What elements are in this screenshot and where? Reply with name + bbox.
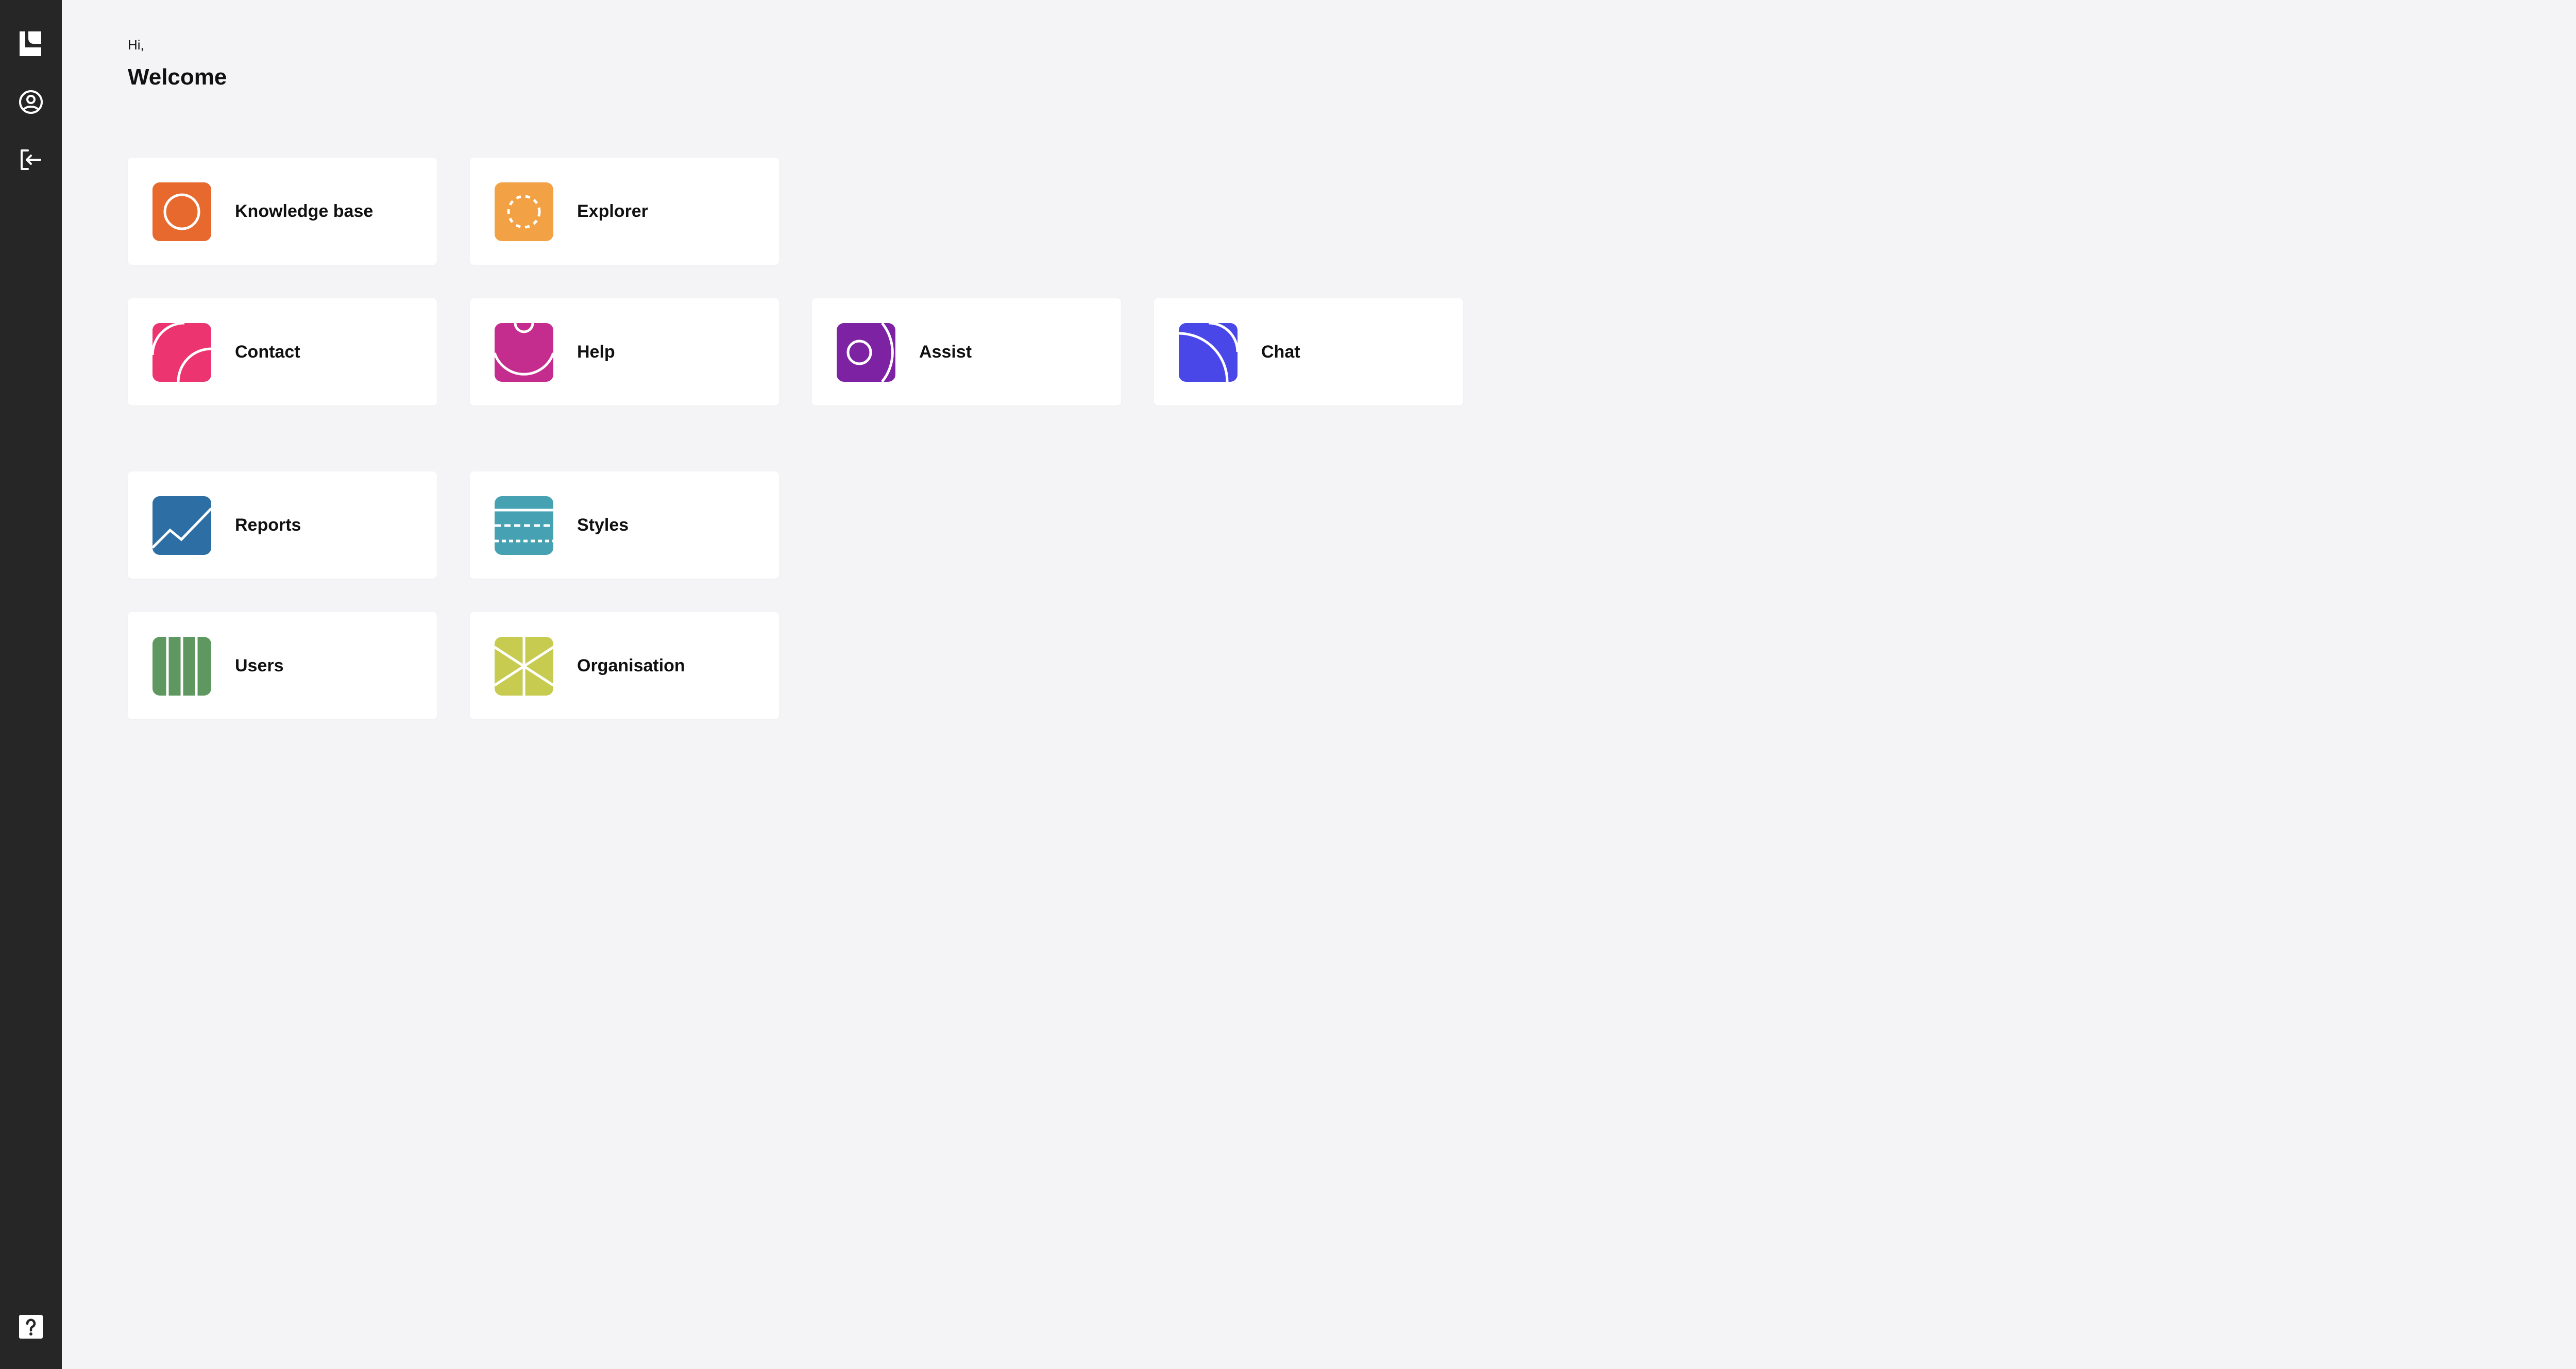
- organisation-icon: [495, 637, 553, 696]
- greeting-text: Hi,: [128, 37, 144, 53]
- explorer-icon: [495, 182, 553, 241]
- card-organisation[interactable]: Organisation: [470, 612, 779, 719]
- card-chat[interactable]: Chat: [1154, 298, 1463, 405]
- card-label: Help: [577, 342, 615, 362]
- card-label: Knowledge base: [235, 201, 374, 221]
- card-contact[interactable]: Contact: [128, 298, 437, 405]
- card-label: Users: [235, 656, 284, 675]
- reports-icon: [152, 496, 211, 555]
- page-title: Welcome: [128, 64, 227, 90]
- knowledge-base-icon: [152, 182, 211, 241]
- card-explorer[interactable]: Explorer: [470, 158, 779, 265]
- card-label: Assist: [919, 342, 972, 362]
- logout-icon[interactable]: [15, 144, 46, 175]
- card-label: Chat: [1261, 342, 1300, 362]
- help-icon[interactable]: [15, 1311, 46, 1342]
- user-profile-icon[interactable]: [15, 87, 46, 117]
- card-label: Styles: [577, 515, 629, 535]
- card-reports[interactable]: Reports: [128, 471, 437, 579]
- chat-icon: [1179, 323, 1238, 382]
- card-label: Reports: [235, 515, 301, 535]
- assist-icon: [837, 323, 895, 382]
- card-styles[interactable]: Styles: [470, 471, 779, 579]
- help-tile-icon: [495, 323, 553, 382]
- card-users[interactable]: Users: [128, 612, 437, 719]
- styles-icon: [495, 496, 553, 555]
- users-icon: [152, 637, 211, 696]
- main-content: Hi, Welcome Knowledge base Explorer Cont…: [62, 0, 2576, 1369]
- contact-icon: [152, 323, 211, 382]
- card-help[interactable]: Help: [470, 298, 779, 405]
- card-label: Explorer: [577, 201, 648, 221]
- card-knowledge-base[interactable]: Knowledge base: [128, 158, 437, 265]
- card-label: Contact: [235, 342, 300, 362]
- logo-icon[interactable]: [15, 28, 46, 59]
- card-label: Organisation: [577, 656, 685, 675]
- card-assist[interactable]: Assist: [812, 298, 1121, 405]
- sidebar: [0, 0, 62, 1369]
